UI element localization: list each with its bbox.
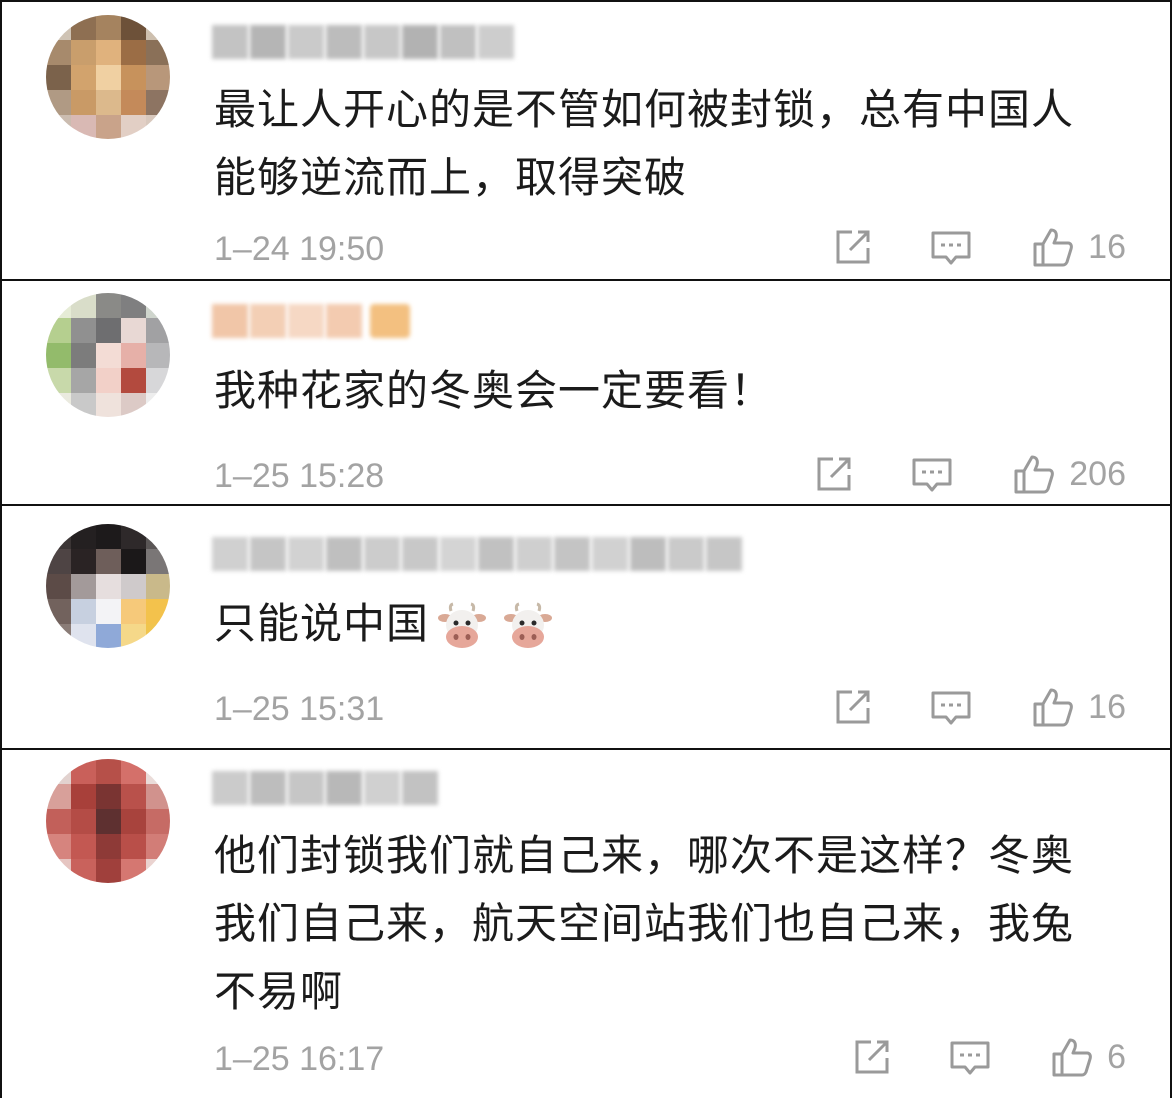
comment-item: 他们封锁我们就自己来，哪次不是这样？冬奥 我们自己来，航天空间站我们也自己来，我… — [2, 748, 1170, 1098]
comment-actions: 206 — [813, 453, 1126, 495]
thumbs-up-icon[interactable] — [1013, 453, 1055, 495]
avatar[interactable] — [46, 15, 170, 139]
share-icon[interactable] — [832, 226, 874, 268]
comment-text-line: 最让人开心的是不管如何被封锁，总有中国人 — [214, 85, 1075, 134]
avatar[interactable] — [46, 524, 170, 648]
username-blurred[interactable] — [212, 532, 742, 576]
comment-text-line: 他们封锁我们就自己来，哪次不是这样？冬奥 — [214, 831, 1075, 880]
like-count: 16 — [1088, 687, 1126, 726]
comment-text-line: 只能说中国 — [214, 590, 1144, 658]
cow-face-emoji — [438, 602, 487, 648]
comment-text: 最让人开心的是不管如何被封锁，总有中国人 能够逆流而上，取得突破 — [214, 76, 1144, 212]
comment-time: 1–25 15:28 — [214, 457, 385, 495]
thumbs-up-icon[interactable] — [1051, 1036, 1093, 1078]
comment-item: 我种花家的冬奥会一定要看！ 1–25 15:28 206 — [2, 279, 1170, 504]
username-blurred[interactable] — [212, 20, 514, 64]
reply-icon[interactable] — [930, 686, 972, 728]
comment-item: 只能说中国 1–25 15:31 16 — [2, 504, 1170, 748]
username-blurred[interactable] — [212, 299, 410, 343]
comment-text: 我种花家的冬奥会一定要看！ — [214, 357, 1144, 425]
comment-time: 1–25 16:17 — [214, 1040, 385, 1078]
comment-text-line: 不易啊 — [214, 967, 344, 1016]
comment-text: 他们封锁我们就自己来，哪次不是这样？冬奥 我们自己来，航天空间站我们也自己来，我… — [214, 822, 1144, 1026]
share-icon[interactable] — [813, 453, 855, 495]
comment-text: 只能说中国 — [214, 590, 1144, 658]
reply-icon[interactable] — [949, 1036, 991, 1078]
reply-icon[interactable] — [911, 453, 953, 495]
like-count: 6 — [1107, 1037, 1126, 1076]
comment-item: 最让人开心的是不管如何被封锁，总有中国人 能够逆流而上，取得突破 1–24 19… — [2, 2, 1170, 279]
comment-actions: 16 — [832, 686, 1126, 728]
share-icon[interactable] — [851, 1036, 893, 1078]
comment-time: 1–24 19:50 — [214, 230, 385, 268]
comment-actions: 6 — [851, 1036, 1126, 1078]
avatar[interactable] — [46, 293, 170, 417]
thumbs-up-icon[interactable] — [1032, 226, 1074, 268]
cow-face-emoji — [504, 602, 553, 648]
comment-text-line: 我种花家的冬奥会一定要看！ — [214, 366, 774, 415]
like-count: 206 — [1069, 454, 1126, 493]
comment-list: 最让人开心的是不管如何被封锁，总有中国人 能够逆流而上，取得突破 1–24 19… — [0, 0, 1172, 1098]
comment-time: 1–25 15:31 — [214, 690, 385, 728]
reply-icon[interactable] — [930, 226, 972, 268]
comment-text-line: 能够逆流而上，取得突破 — [214, 153, 688, 202]
thumbs-up-icon[interactable] — [1032, 686, 1074, 728]
share-icon[interactable] — [832, 686, 874, 728]
like-count: 16 — [1088, 227, 1126, 266]
comment-text-segment: 只能说中国 — [214, 599, 430, 648]
avatar[interactable] — [46, 759, 170, 883]
username-blurred[interactable] — [212, 766, 438, 810]
comment-actions: 16 — [832, 226, 1126, 268]
comment-text-line: 我们自己来，航天空间站我们也自己来，我兔 — [214, 899, 1075, 948]
